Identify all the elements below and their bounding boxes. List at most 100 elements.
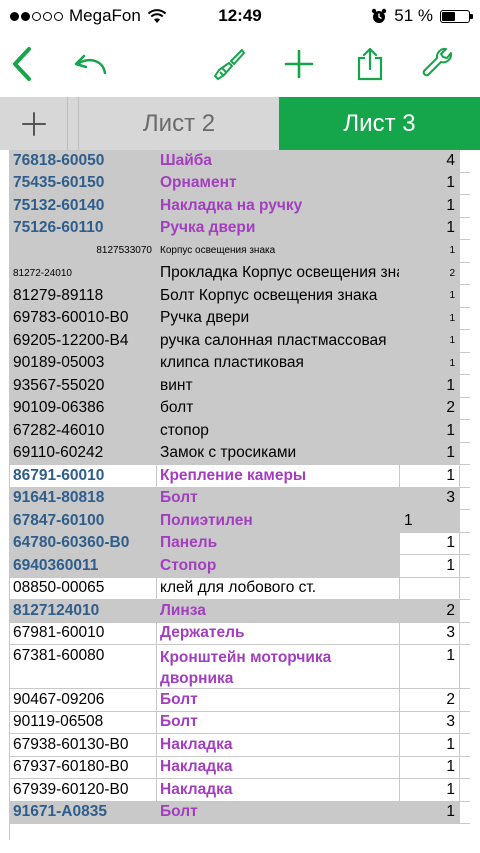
part-name-cell[interactable]: Полиэтилен — [157, 510, 400, 532]
table-row[interactable]: 81272-24010 Прокладка Корпус освещения зн… — [10, 262, 470, 285]
table-row[interactable]: 8127533070 Корпус освещения знака 1 — [10, 240, 470, 263]
quantity-cell[interactable]: 1 — [400, 240, 460, 262]
quantity-cell[interactable]: 3 — [400, 711, 460, 733]
part-name-cell[interactable]: стопор — [157, 420, 400, 442]
table-row[interactable]: 6940360011 Стопор 1 — [10, 555, 470, 578]
quantity-cell[interactable]: 1 — [400, 555, 460, 577]
table-row[interactable]: 64780-60360-B0 Панель 1 — [10, 532, 470, 555]
part-code-cell[interactable]: 75126-60110 — [10, 217, 157, 239]
part-name-cell[interactable]: ручка салонная пластмассовая — [157, 330, 400, 352]
part-code-cell[interactable]: 86791-60010 — [10, 465, 157, 487]
quantity-cell[interactable]: 4 — [400, 150, 460, 172]
table-row[interactable]: 69783-60010-B0 Ручка двери 1 — [10, 307, 470, 330]
table-row[interactable]: 91641-80818 Болт 3 — [10, 487, 470, 510]
part-name-cell[interactable]: Болт — [157, 487, 400, 509]
part-code-cell[interactable]: 08850-00065 — [10, 577, 157, 599]
quantity-cell[interactable]: 1 — [400, 532, 460, 554]
quantity-cell[interactable]: 1 — [400, 420, 460, 442]
part-name-cell[interactable]: Крепление камеры — [157, 465, 400, 487]
part-code-cell[interactable]: 6940360011 — [10, 555, 157, 577]
quantity-cell[interactable]: 1 — [400, 442, 460, 464]
table-row[interactable]: 67981-60010 Держатель 3 — [10, 622, 470, 645]
part-code-cell[interactable]: 8127124010 — [10, 600, 157, 622]
part-code-cell[interactable]: 90109-06386 — [10, 397, 157, 419]
quantity-cell[interactable]: 3 — [400, 622, 460, 644]
quantity-cell[interactable]: 1 — [400, 195, 460, 217]
quantity-cell[interactable]: 1 — [400, 307, 460, 329]
table-row[interactable]: 69110-60242 Замок с тросиками 1 — [10, 442, 470, 465]
part-name-cell[interactable]: Панель — [157, 532, 400, 554]
part-code-cell[interactable]: 81272-24010 — [10, 262, 157, 284]
quantity-cell[interactable]: 1 — [400, 734, 460, 756]
part-name-cell[interactable]: Ручка двери — [157, 307, 400, 329]
part-code-cell[interactable]: 67937-60180-B0 — [10, 756, 157, 778]
part-code-cell[interactable]: 76818-60050 — [10, 150, 157, 172]
quantity-cell[interactable]: 1 — [400, 645, 460, 688]
part-code-cell[interactable]: 90467-09206 — [10, 689, 157, 711]
part-name-cell[interactable]: Болт Корпус освещения знака — [157, 285, 400, 307]
part-code-cell[interactable]: 67847-60100 — [10, 510, 157, 532]
quantity-cell[interactable]: 1 — [400, 330, 460, 352]
part-name-cell[interactable]: Орнамент — [157, 172, 400, 194]
table-row[interactable]: 75132-60140 Накладка на ручку 1 — [10, 195, 470, 218]
table-row[interactable]: 69205-12200-B4 ручка салонная пластмассов… — [10, 330, 470, 353]
part-name-cell[interactable]: Ручка двери — [157, 217, 400, 239]
part-name-cell[interactable]: Накладка — [157, 734, 400, 756]
quantity-cell[interactable]: 3 — [400, 487, 460, 509]
part-name-cell[interactable]: винт — [157, 375, 400, 397]
table-row[interactable]: 90467-09206 Болт 2 — [10, 689, 470, 712]
quantity-cell[interactable]: 1 — [400, 285, 460, 307]
tab-sheet-2[interactable]: Лист 2 — [78, 97, 279, 150]
quantity-cell[interactable]: 2 — [400, 262, 460, 284]
table-row[interactable]: 67937-60180-B0 Накладка 1 — [10, 756, 470, 779]
part-code-cell[interactable]: 69205-12200-B4 — [10, 330, 157, 352]
part-name-cell[interactable]: Болт — [157, 801, 400, 823]
quantity-cell[interactable]: 1 — [400, 801, 460, 823]
format-button[interactable] — [209, 44, 249, 84]
part-name-cell[interactable]: Накладка — [157, 756, 400, 778]
quantity-cell[interactable]: 1 — [400, 756, 460, 778]
table-row[interactable]: 81279-89118 Болт Корпус освещения знака 1 — [10, 285, 470, 308]
back-button[interactable] — [2, 44, 42, 84]
part-name-cell[interactable]: Накладка — [157, 779, 400, 801]
quantity-cell[interactable]: 2 — [400, 689, 460, 711]
table-row[interactable]: 90189-05003 клипса пластиковая 1 — [10, 352, 470, 375]
table-row[interactable]: 67938-60130-B0 Накладка 1 — [10, 734, 470, 757]
part-name-cell[interactable]: Держатель — [157, 622, 400, 644]
part-code-cell[interactable]: 91641-80818 — [10, 487, 157, 509]
part-name-cell[interactable]: Стопор — [157, 555, 400, 577]
part-name-cell[interactable]: Замок с тросиками — [157, 442, 400, 464]
undo-button[interactable] — [70, 44, 110, 84]
part-code-cell[interactable]: 67938-60130-B0 — [10, 734, 157, 756]
table-row[interactable]: 75126-60110 Ручка двери 1 — [10, 217, 470, 240]
table-row[interactable]: 76818-60050 Шайба 4 — [10, 150, 470, 173]
table-row[interactable]: 90109-06386 болт 2 — [10, 397, 470, 420]
part-code-cell[interactable]: 69783-60010-B0 — [10, 307, 157, 329]
add-sheet-button[interactable] — [0, 97, 68, 150]
part-code-cell[interactable]: 93567-55020 — [10, 375, 157, 397]
part-name-cell[interactable]: Линза — [157, 600, 400, 622]
part-name-cell[interactable]: клипса пластиковая — [157, 352, 400, 374]
part-code-cell[interactable]: 8127533070 — [10, 240, 157, 262]
part-name-cell[interactable]: Болт — [157, 711, 400, 733]
part-name-cell[interactable]: Накладка на ручку — [157, 195, 400, 217]
tab-sheet-3[interactable]: Лист 3 — [279, 97, 480, 150]
table-row[interactable]: 67847-60100 Полиэтилен 1 — [10, 510, 470, 533]
part-name-cell[interactable]: Шайба — [157, 150, 400, 172]
part-code-cell[interactable]: 67981-60010 — [10, 622, 157, 644]
quantity-cell[interactable]: 2 — [400, 600, 460, 622]
table-row[interactable]: 91671-A0835 Болт 1 — [10, 801, 470, 824]
part-code-cell[interactable]: 67939-60120-B0 — [10, 779, 157, 801]
quantity-cell[interactable]: 1 — [400, 465, 460, 487]
part-name-cell[interactable]: Прокладка Корпус освещения знака — [157, 262, 400, 284]
quantity-cell[interactable]: 1 — [400, 217, 460, 239]
table-row[interactable]: 75435-60150 Орнамент 1 — [10, 172, 470, 195]
part-name-cell[interactable]: болт — [157, 397, 400, 419]
part-code-cell[interactable]: 67381-60080 — [10, 645, 157, 688]
table-row[interactable]: 93567-55020 винт 1 — [10, 375, 470, 398]
part-code-cell[interactable]: 69110-60242 — [10, 442, 157, 464]
part-name-cell[interactable]: Корпус освещения знака — [157, 240, 400, 262]
quantity-cell[interactable] — [400, 577, 460, 599]
quantity-cell[interactable]: 1 — [400, 172, 460, 194]
table-row[interactable]: 67282-46010 стопор 1 — [10, 420, 470, 443]
